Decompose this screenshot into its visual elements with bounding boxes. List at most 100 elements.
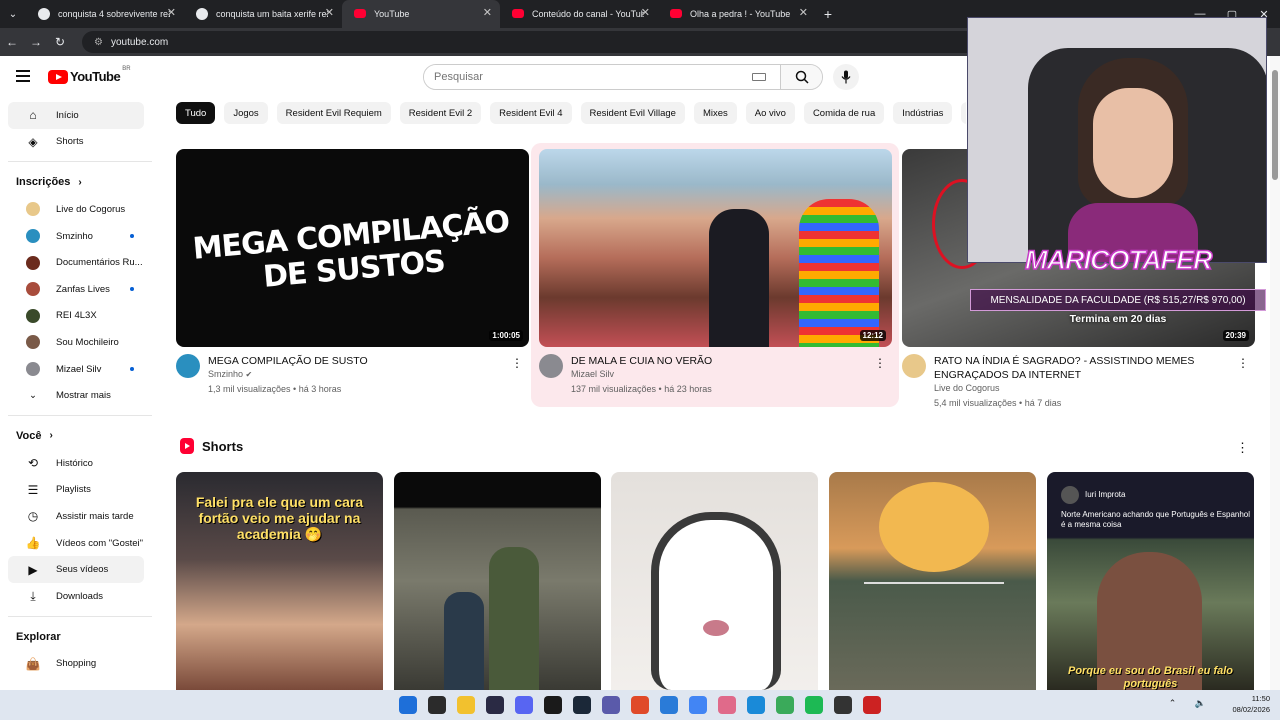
scrollbar-thumb[interactable] <box>1272 70 1278 180</box>
taskbar-app-icon[interactable] <box>689 696 707 714</box>
sidebar-item[interactable]: 👜 Shopping <box>8 651 144 678</box>
taskbar-app-icon[interactable] <box>515 696 533 714</box>
more-options-icon[interactable]: ⋮ <box>511 356 523 370</box>
sidebar-item[interactable]: Documentários Ru... <box>8 249 144 276</box>
back-button[interactable]: ← <box>0 35 24 49</box>
filter-chip[interactable]: Ao vivo <box>745 102 795 124</box>
sidebar-item[interactable]: ▶ Seus vídeos <box>8 556 144 583</box>
chevron-right-icon: › <box>49 430 53 442</box>
channel-name[interactable]: Live do Cogorus <box>934 383 1000 393</box>
taskbar-app-icon[interactable] <box>805 696 823 714</box>
taskbar-app-icon[interactable] <box>573 696 591 714</box>
taskbar-app-icon[interactable] <box>660 696 678 714</box>
filter-chip[interactable]: Resident Evil 2 <box>399 102 482 124</box>
browser-tab[interactable]: Olha a pedra ! - YouTube ✕ <box>658 0 816 28</box>
channel-name[interactable]: Mizael Silv <box>571 369 614 379</box>
filter-chip[interactable]: Jogos <box>224 102 268 124</box>
taskbar-app-icon[interactable] <box>747 696 765 714</box>
video-thumbnail[interactable]: MEGA COMPILAÇÃO DE SUSTOS 1:00:05 <box>176 149 529 347</box>
browser-tab[interactable]: YouTube ✕ <box>342 0 500 28</box>
sidebar-item[interactable]: Mizael Silv <box>8 356 144 383</box>
menu-icon[interactable] <box>16 70 30 85</box>
video-title[interactable]: MEGA COMPILAÇÃO DE SUSTO <box>208 354 508 368</box>
channel-avatar <box>26 282 40 297</box>
more-options-icon[interactable]: ⋮ <box>1237 356 1249 370</box>
sidebar-item[interactable]: ◷ Assistir mais tarde <box>8 503 144 530</box>
sidebar-item[interactable]: ⟲ Histórico <box>8 450 144 477</box>
filter-chip[interactable]: Mixes <box>693 102 737 124</box>
youtube-play-icon <box>48 69 68 84</box>
browser-tab[interactable]: conquista um baita xerife re2 - ✕ <box>184 0 342 28</box>
filter-chip[interactable]: Resident Evil Requiem <box>276 102 391 124</box>
filter-chip[interactable]: Comida de rua <box>803 102 885 124</box>
tab-search-button[interactable]: ⌄ <box>0 9 26 20</box>
clock-icon: ◷ <box>27 509 39 524</box>
taskbar-app-icon[interactable] <box>776 696 794 714</box>
taskbar-app-icon[interactable] <box>718 696 736 714</box>
like-icon: 👍 <box>25 536 41 551</box>
new-tab-button[interactable]: + <box>816 6 840 22</box>
more-options-icon[interactable]: ⋮ <box>874 356 886 370</box>
subscriptions-heading[interactable]: Inscrições › <box>0 168 160 196</box>
site-info-icon[interactable]: ⚙ <box>94 37 103 48</box>
taskbar-app-icon[interactable] <box>834 696 852 714</box>
channel-avatar[interactable] <box>902 354 926 378</box>
short-card[interactable]: Falei pra ele que um cara fortão veio me… <box>176 472 383 690</box>
search-input[interactable] <box>424 65 752 89</box>
short-card[interactable] <box>394 472 601 690</box>
short-card[interactable]: Iuri Improta Norte Americano achando que… <box>1047 472 1254 690</box>
video-title[interactable]: RATO NA ÍNDIA É SAGRADO? - ASSISTINDO ME… <box>934 354 1234 382</box>
filter-chip[interactable]: Indústrias <box>893 102 953 124</box>
sidebar-item[interactable]: Sou Mochileiro <box>8 329 144 356</box>
channel-avatar[interactable] <box>176 354 200 378</box>
channel-name[interactable]: Smzinho ✔ <box>208 369 252 379</box>
browser-tab[interactable]: Conteúdo do canal - YouTube S✕ <box>500 0 658 28</box>
taskbar-app-icon[interactable] <box>399 696 417 714</box>
video-thumbnail[interactable]: 12:12 <box>539 149 892 347</box>
video-title[interactable]: DE MALA E CUIA NO VERÃO <box>571 354 871 368</box>
taskbar-app-icon[interactable] <box>631 696 649 714</box>
close-tab-icon[interactable]: ✕ <box>799 6 808 19</box>
channel-avatar[interactable] <box>539 354 563 378</box>
taskbar-app-icon[interactable] <box>428 696 446 714</box>
you-heading[interactable]: Você › <box>0 422 160 450</box>
sidebar-item[interactable]: 👍 Vídeos com "Gostei" <box>8 530 144 557</box>
sidebar-item[interactable]: Live do Cogorus <box>8 196 144 223</box>
short-card[interactable] <box>611 472 818 690</box>
show-more-button[interactable]: ⌄ Mostrar mais <box>8 382 144 409</box>
taskbar-app-icon[interactable] <box>457 696 475 714</box>
filter-chip[interactable]: Resident Evil Village <box>580 102 685 124</box>
reload-button[interactable]: ↻ <box>48 35 72 49</box>
clock[interactable]: 11:50 08/02/2026 <box>1232 693 1270 715</box>
page-scrollbar[interactable] <box>1270 56 1280 690</box>
close-tab-icon[interactable]: ✕ <box>325 6 334 19</box>
filter-chip[interactable]: Tudo <box>176 102 216 124</box>
taskbar-app-icon[interactable] <box>544 696 562 714</box>
close-tab-icon[interactable]: ✕ <box>483 6 492 19</box>
browser-tab[interactable]: conquista 4 sobrevivente re2 - ✕ <box>26 0 184 28</box>
close-tab-icon[interactable]: ✕ <box>641 6 650 19</box>
sidebar-item[interactable]: ⤓ Downloads <box>8 583 144 610</box>
video-card[interactable]: MEGA COMPILAÇÃO DE SUSTOS 1:00:05 MEGA C… <box>176 149 529 414</box>
sidebar-item[interactable]: Zanfas Lives <box>8 276 144 303</box>
forward-button[interactable]: → <box>24 35 48 49</box>
taskbar-app-icon[interactable] <box>486 696 504 714</box>
filter-chip[interactable]: Resident Evil 4 <box>490 102 572 124</box>
voice-search-button[interactable] <box>833 64 859 90</box>
close-tab-icon[interactable]: ✕ <box>167 6 176 19</box>
sidebar-item[interactable]: REI 4L3X <box>8 303 144 330</box>
search-button[interactable] <box>780 65 822 89</box>
filter-chip[interactable]: Jogos de <box>961 102 966 124</box>
sidebar-item[interactable]: ☰ Playlists <box>8 477 144 504</box>
video-card[interactable]: 12:12 DE MALA E CUIA NO VERÃO Mizael Sil… <box>539 149 892 414</box>
more-options-icon[interactable]: ⋮ <box>1236 440 1249 456</box>
tray-icons[interactable]: ⌃ 🔈 <box>1169 698 1214 709</box>
taskbar-app-icon[interactable] <box>863 696 881 714</box>
short-card[interactable] <box>829 472 1036 690</box>
sidebar-item[interactable]: ⌂ Início <box>8 102 144 129</box>
keyboard-icon[interactable] <box>752 73 766 81</box>
sidebar-item[interactable]: ◈ Shorts <box>8 129 144 156</box>
sidebar-item[interactable]: Smzinho <box>8 223 144 250</box>
taskbar-app-icon[interactable] <box>602 696 620 714</box>
youtube-logo[interactable]: YouTube BR <box>48 66 131 84</box>
